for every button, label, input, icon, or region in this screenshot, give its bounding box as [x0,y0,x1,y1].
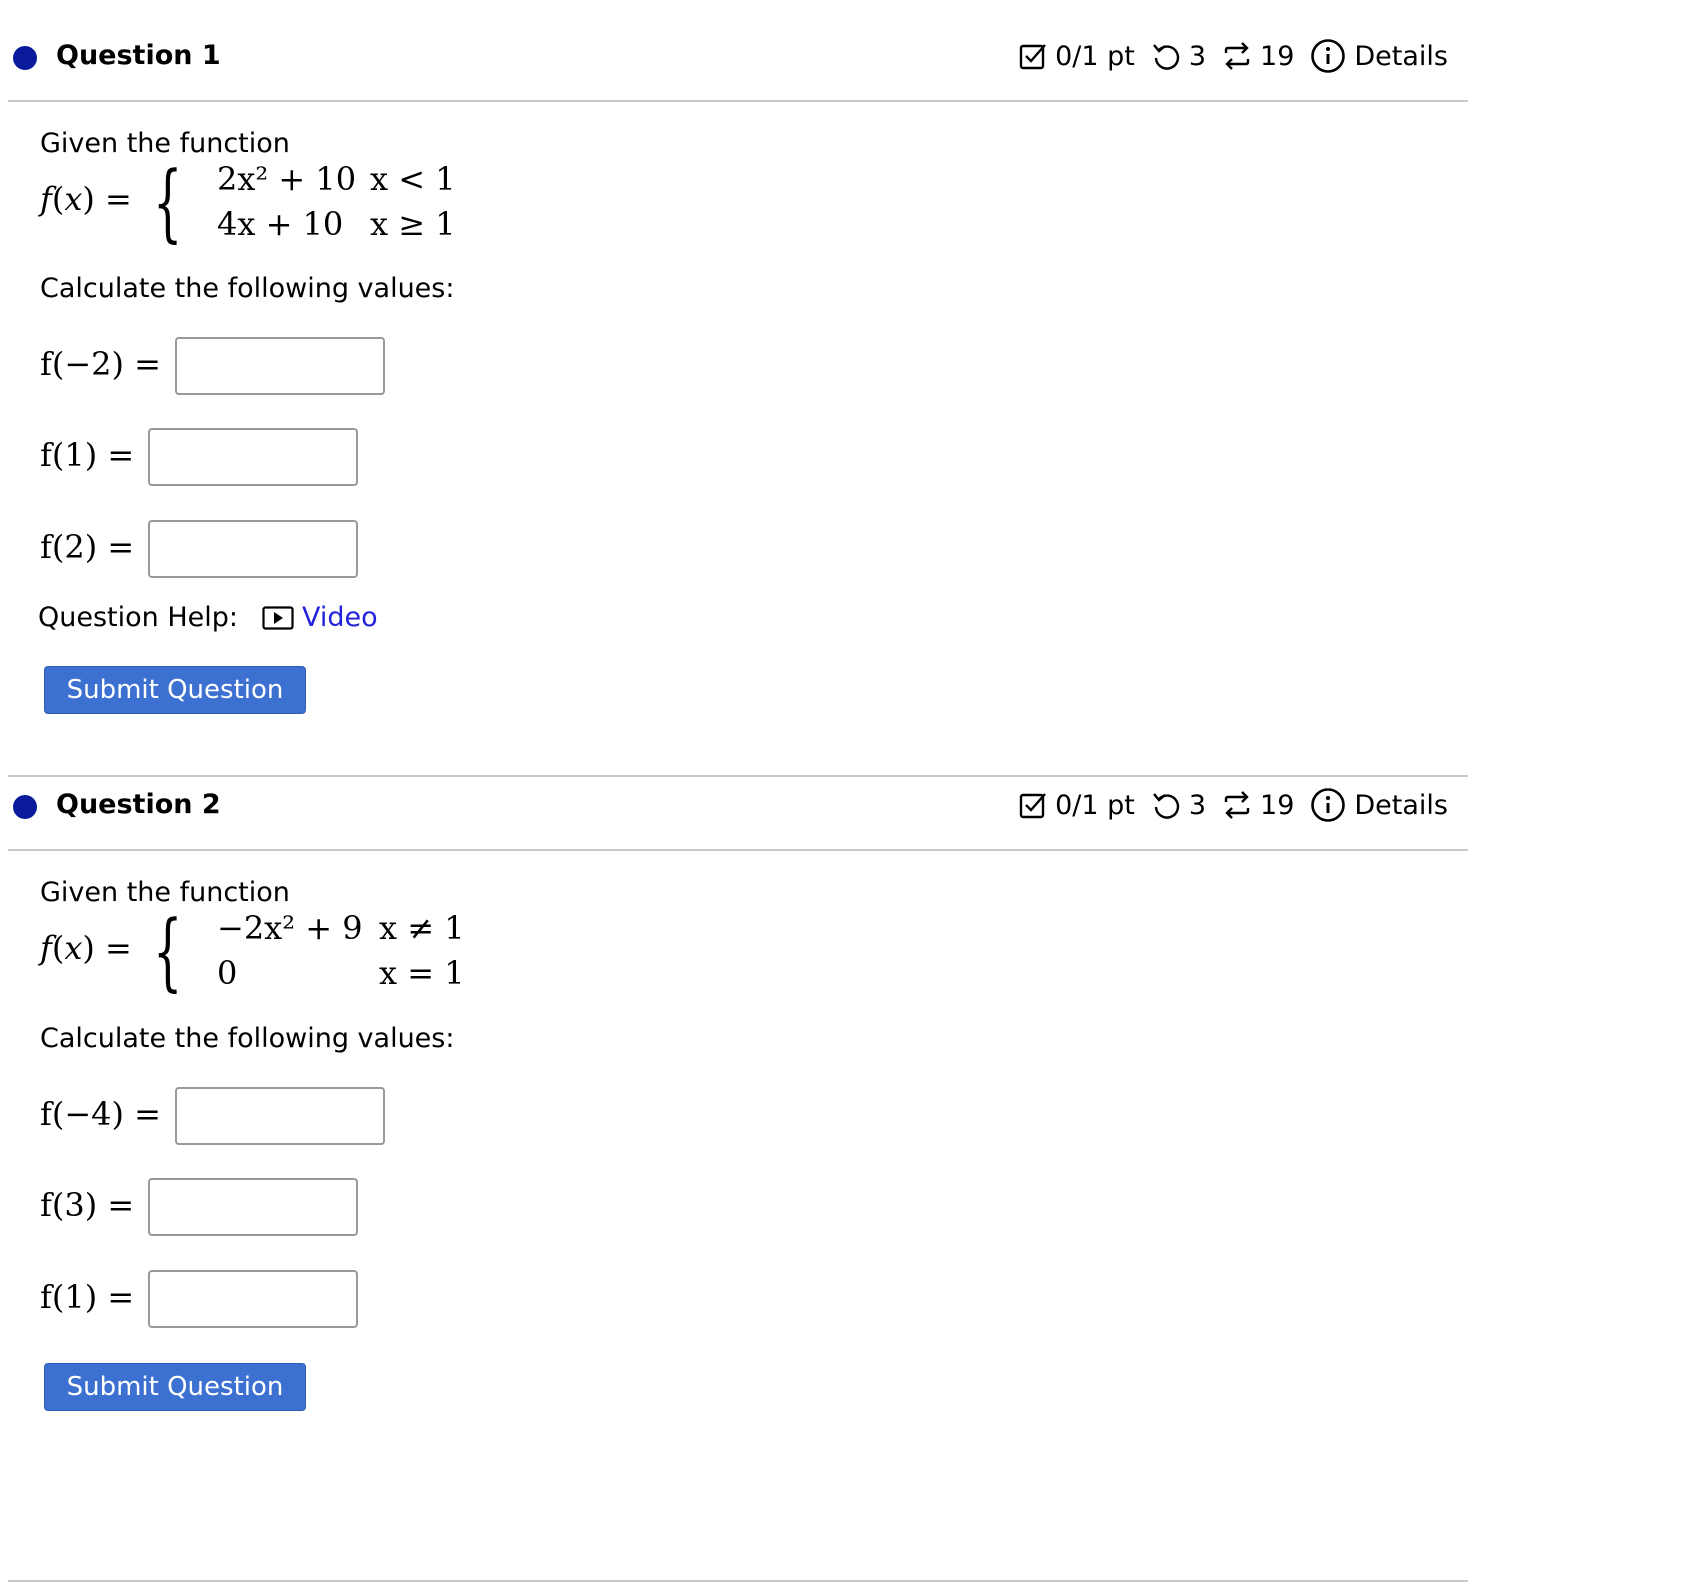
question-prompt: Calculate the following values: [40,1023,455,1054]
retries-text: 3 [1188,789,1207,821]
piece-condition: x ≠ 1 [379,909,465,947]
submit-question-button[interactable]: Submit Question [44,666,306,714]
answer-label: f(1) = [40,1278,135,1316]
attempts-text: 19 [1260,40,1295,72]
answer-input[interactable] [148,520,358,578]
submit-question-button[interactable]: Submit Question [44,1363,306,1411]
help-label: Question Help: [38,602,238,633]
points-indicator: 0/1 pt [1019,41,1135,72]
answer-label: f(2) = [40,528,135,566]
attempts-text: 19 [1260,789,1295,821]
answer-input[interactable] [175,337,385,395]
piece-condition: x < 1 [370,160,456,198]
question-status-dot [13,46,37,70]
piece-condition: x ≥ 1 [370,205,456,243]
retries-text: 3 [1188,40,1207,72]
piece-expression: 4x + 10 [217,205,344,243]
attempts-icon [1224,42,1250,70]
question-prompt: Calculate the following values: [40,273,455,304]
checkbox-icon [1019,44,1046,70]
points-text: 0/1 pt [1055,40,1135,72]
question-divider [8,1580,1468,1582]
video-link[interactable]: Video [262,602,378,633]
function-lhs: f(x) = [40,180,132,218]
info-icon [1311,39,1346,73]
answer-label: f(3) = [40,1186,135,1224]
piece-expression: 2x² + 10 [217,160,357,198]
question-help: Question Help: Video [38,602,378,633]
attempts-indicator: 19 [1222,790,1294,821]
retry-icon [1152,793,1179,819]
details-label: Details [1354,40,1448,72]
attempts-indicator: 19 [1222,41,1294,72]
question-status-dot [13,795,37,819]
details-button[interactable]: Details [1310,38,1448,74]
piece-condition: x = 1 [379,954,465,992]
video-play-icon [262,605,294,630]
function-lhs: f(x) = [40,929,132,967]
details-label: Details [1354,789,1448,821]
answer-label: f(−4) = [40,1095,161,1133]
brace-symbol: { [153,902,183,1000]
piece-expression: −2x² + 9 [217,909,363,947]
answer-label: f(−2) = [40,345,161,383]
retries-indicator: 3 [1151,41,1206,72]
points-indicator: 0/1 pt [1019,790,1135,821]
question-meta: 0/1 pt 3 19 Details [1003,787,1448,823]
points-text: 0/1 pt [1055,789,1135,821]
answer-input[interactable] [175,1087,385,1145]
details-button[interactable]: Details [1310,787,1448,823]
answer-input[interactable] [148,1270,358,1328]
question-meta: 0/1 pt 3 19 Details [1003,38,1448,74]
answer-label: f(1) = [40,436,135,474]
answer-input[interactable] [148,428,358,486]
retry-icon [1152,44,1179,70]
brace-symbol: { [153,153,183,251]
attempts-icon [1224,791,1250,819]
question-header: Question 1 0/1 pt 3 19 Details [8,20,1468,102]
video-link-label: Video [302,602,378,633]
checkbox-icon [1019,793,1046,819]
answer-input[interactable] [148,1178,358,1236]
info-icon [1311,788,1346,822]
question-title: Question 2 [56,789,221,820]
piece-expression: 0 [217,954,238,992]
question-header: Question 2 0/1 pt 3 19 Details [8,769,1468,851]
question-title: Question 1 [56,40,221,71]
retries-indicator: 3 [1151,790,1206,821]
